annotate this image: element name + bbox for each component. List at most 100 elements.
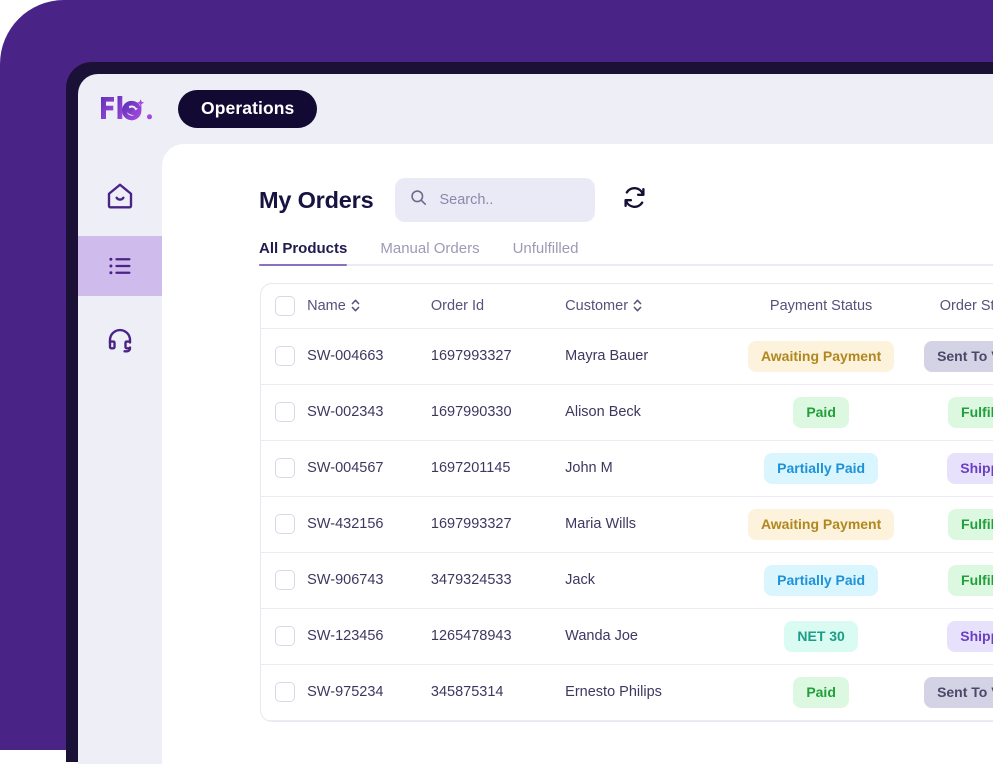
list-icon: [106, 252, 134, 280]
order-status-badge: Fulfilled: [948, 508, 993, 540]
cell-order-status: Sent To Vendor: [909, 664, 993, 721]
tab-all-products[interactable]: All Products: [259, 240, 348, 266]
cell-customer: Alison Beck: [565, 384, 733, 441]
cell-payment-status: Partially Paid: [733, 552, 910, 609]
row-checkbox[interactable]: [275, 626, 295, 646]
sort-name[interactable]: Name: [307, 298, 360, 314]
operations-button[interactable]: Operations: [178, 89, 318, 129]
table-header-row: Name Order Id Customer Payment Status Or…: [261, 284, 993, 329]
cell-name: SW-002343: [307, 384, 431, 441]
orders-table: Name Order Id Customer Payment Status Or…: [261, 284, 993, 721]
cell-payment-status: NET 30: [733, 608, 910, 665]
search-input[interactable]: [439, 192, 570, 208]
cell-customer: Jack: [565, 552, 733, 609]
select-all-cell: [261, 284, 308, 329]
cell-payment-status: Paid: [733, 384, 910, 441]
select-all-checkbox[interactable]: [275, 295, 295, 316]
cell-name: SW-906743: [307, 552, 431, 609]
column-header-order-id: Order Id: [430, 284, 566, 329]
orders-table-container: Name Order Id Customer Payment Status Or…: [260, 283, 993, 722]
cell-payment-status: Awaiting Payment: [733, 496, 910, 553]
order-status-badge: Shipped: [947, 620, 993, 652]
column-header-payment-status: Payment Status: [733, 284, 910, 329]
cell-order-id: 1265478943: [430, 608, 566, 665]
column-header-name: Name: [307, 284, 431, 329]
app-surface: Operations My Orders Search.. All Produc…: [78, 74, 993, 764]
order-status-badge: Sent To Vendor: [924, 676, 993, 708]
table-row[interactable]: SW-906743 3479324533 Jack Partially Paid Ful…: [261, 552, 993, 609]
page-title: My Orders: [259, 186, 374, 213]
cell-order-id: 1697201145: [430, 440, 566, 497]
page-header: My Orders: [162, 144, 993, 228]
cell-name: SW-123456: [307, 608, 431, 665]
table-row[interactable]: SW-004567 1697201145 John M Partially Paid S…: [261, 440, 993, 497]
cell-payment-status: Awaiting Payment: [733, 328, 910, 385]
sidebar-item-home[interactable]: [78, 166, 162, 226]
row-checkbox[interactable]: [275, 514, 295, 534]
cell-order-id: 345875314: [430, 664, 566, 721]
sort-customer[interactable]: Customer: [565, 298, 642, 314]
headset-icon: [105, 325, 135, 355]
row-checkbox[interactable]: [275, 458, 295, 478]
search-icon: [409, 188, 428, 212]
row-select-cell: [261, 440, 308, 497]
table-row[interactable]: SW-432156 1697993327 Maria Wills Awaiting P…: [261, 496, 993, 553]
cell-order-status: Shipped: [909, 440, 993, 497]
sidebar-rail: [78, 144, 162, 764]
row-checkbox[interactable]: [275, 346, 295, 366]
refresh-button[interactable]: [617, 183, 651, 217]
cell-name: SW-004663: [307, 328, 431, 385]
row-select-cell: [261, 328, 308, 385]
flo-logo-icon: [99, 92, 159, 126]
tab-manual-orders[interactable]: Manual Orders: [380, 240, 479, 266]
refresh-icon: [621, 184, 648, 216]
row-select-cell: [261, 664, 308, 721]
payment-status-badge: Partially Paid: [764, 452, 879, 484]
table-row[interactable]: SW-004663 1697993327 Mayra Bauer Awaiting P…: [261, 328, 993, 385]
cell-customer: Maria Wills: [565, 496, 733, 553]
row-checkbox[interactable]: [275, 570, 295, 590]
table-row[interactable]: SW-1234561265478943Wanda Joe NET 30 Shippe…: [261, 608, 993, 665]
cell-order-status: Fulfilled: [909, 496, 993, 553]
cell-payment-status: Partially Paid: [733, 440, 910, 497]
cell-customer: John M: [565, 440, 733, 497]
row-checkbox[interactable]: [275, 402, 295, 422]
cell-order-status: Sent To Vendor: [909, 328, 993, 385]
order-status-badge: Fulfilled: [948, 396, 993, 428]
table-row[interactable]: SW-0023431697990330Alison Beck Paid Fulfil…: [261, 384, 993, 441]
payment-status-badge: Awaiting Payment: [747, 508, 895, 540]
order-status-badge: Shipped: [947, 452, 993, 484]
top-bar: Operations: [78, 74, 993, 144]
cell-customer: Mayra Bauer: [565, 328, 733, 385]
row-select-cell: [261, 552, 308, 609]
cell-order-status: Shipped: [909, 608, 993, 665]
column-header-order-status: Order Status: [909, 284, 993, 329]
row-select-cell: [261, 608, 308, 665]
cell-name: SW-975234: [307, 664, 431, 721]
cell-order-status: Fulfilled: [909, 552, 993, 609]
payment-status-badge: Partially Paid: [764, 564, 879, 596]
column-label-order-status: Order Status: [939, 297, 993, 314]
tab-bar: All Products Manual Orders Unfulfilled: [162, 230, 993, 266]
payment-status-badge: Paid: [793, 396, 849, 428]
row-select-cell: [261, 496, 308, 553]
home-icon: [105, 181, 135, 211]
cell-customer: Wanda Joe: [565, 608, 733, 665]
sort-arrows-icon: [633, 299, 642, 312]
table-row[interactable]: SW-975234 345875314 Ernesto Philips Paid Sen…: [261, 664, 993, 721]
cell-payment-status: Paid: [733, 664, 910, 721]
search-box[interactable]: [395, 178, 596, 222]
payment-status-badge: Paid: [793, 676, 849, 708]
cell-order-id: 1697990330: [430, 384, 566, 441]
cell-name: SW-432156: [307, 496, 431, 553]
row-checkbox[interactable]: [275, 682, 295, 702]
column-header-customer: Customer: [565, 284, 733, 329]
content-card: My Orders Search.. All Products Manual O…: [162, 144, 993, 764]
table-body: SW-004663 1697993327 Mayra Bauer Awaiting P…: [261, 328, 993, 721]
sort-order-status[interactable]: Order Status: [940, 298, 993, 314]
tab-unfulfilled[interactable]: Unfulfilled: [513, 240, 579, 266]
sidebar-item-orders[interactable]: [78, 236, 162, 296]
cell-order-id: 3479324533: [430, 552, 566, 609]
sidebar-item-support[interactable]: [78, 310, 162, 370]
cell-customer: Ernesto Philips: [565, 664, 733, 721]
